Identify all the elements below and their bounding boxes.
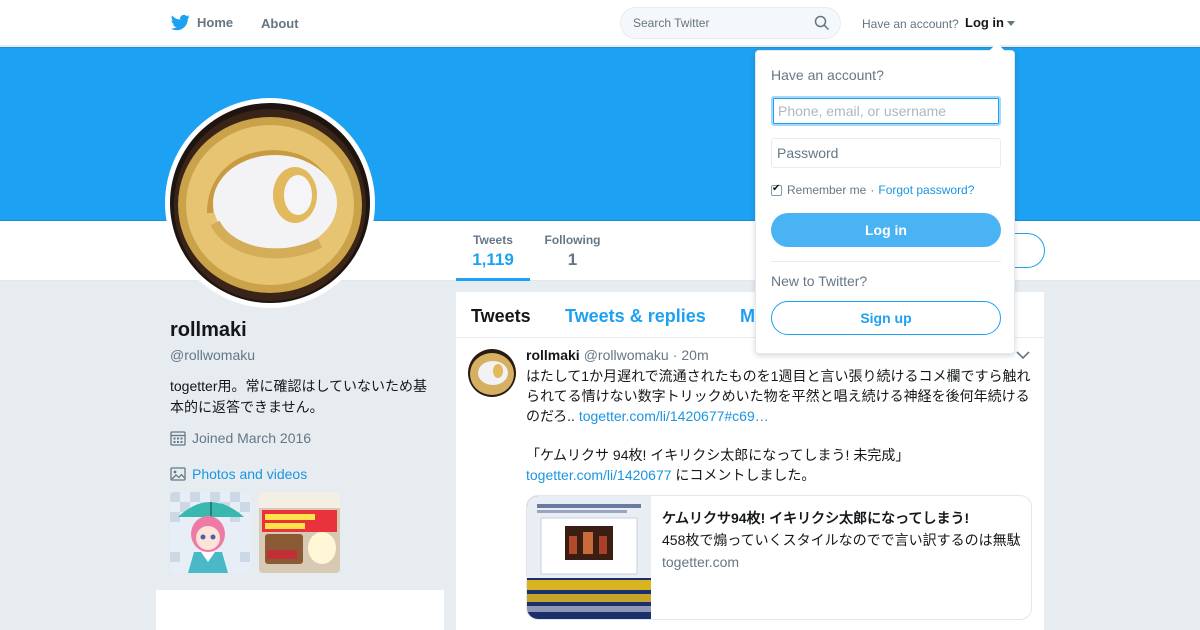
stat-tweets-count: 1,119 [472, 250, 514, 269]
tab-tweets-and-replies[interactable]: Tweets & replies [565, 306, 706, 327]
password-field[interactable] [771, 138, 1001, 168]
calendar-icon [170, 431, 186, 446]
stat-tweets-label: Tweets [473, 233, 513, 247]
tweet-avatar[interactable] [468, 349, 516, 397]
caret-down-icon [1007, 20, 1015, 26]
tweet-text: はたして1か月遅れで流通されたものを1週目と言い張り続けるコメ欄ですら触れられて… [526, 366, 1034, 426]
username-field[interactable] [771, 96, 1001, 126]
profile-avatar[interactable] [165, 98, 375, 308]
tweet-text-quote: 「ケムリクサ 94枚! イキリクシ太郎になってしまう! 未完成」 [526, 447, 910, 463]
profile-handle: @rollwomaku [170, 347, 256, 363]
nav-home-link[interactable]: Home [170, 13, 233, 32]
login-dropdown: Have an account? Remember me · Forgot pa… [755, 43, 1015, 354]
stat-following-label: Following [544, 233, 601, 247]
photos-and-videos-link[interactable]: Photos and videos [170, 466, 307, 482]
dropdown-divider [771, 261, 1001, 262]
login-toggle-label: Log in [965, 15, 1004, 30]
have-account-text: Have an account? [862, 17, 959, 31]
search-box [620, 7, 841, 39]
dropdown-title: Have an account? [771, 67, 884, 83]
image-icon [170, 467, 186, 481]
stat-tweets[interactable]: Tweets 1,119 [456, 233, 530, 281]
search-input[interactable] [633, 14, 808, 32]
tweet-link[interactable]: togetter.com/li/1420677 [526, 467, 672, 483]
media-thumbnail[interactable] [259, 492, 340, 573]
stat-following-count: 1 [567, 250, 578, 269]
dropdown-arrow [989, 43, 1005, 51]
media-thumbnail[interactable] [170, 492, 251, 573]
card-domain: togetter.com [662, 554, 740, 570]
nav-about-link[interactable]: About [261, 16, 299, 31]
stat-following[interactable]: Following 1 [540, 233, 605, 270]
profile-joined: Joined March 2016 [170, 430, 311, 446]
profile-bio: togetter用。常に確認はしていないため基本的に返答できません。 [170, 378, 428, 415]
card-thumbnail-image [527, 496, 651, 619]
tweet-text-second: 「ケムリクサ 94枚! イキリクシ太郎になってしまう! 未完成」 togetter… [526, 445, 910, 485]
new-to-twitter-text: New to Twitter? [771, 273, 868, 289]
tweet-time[interactable]: 20m [681, 347, 708, 363]
tweet-author-name[interactable]: rollmaki [526, 347, 580, 363]
nav-home-label: Home [197, 15, 234, 30]
promo-banner-image [259, 492, 340, 573]
anime-girl-image [170, 492, 251, 573]
profile-joined-text: Joined March 2016 [192, 430, 312, 446]
tweet-header: rollmaki @rollwomaku · 20m [526, 347, 709, 363]
left-widget-card [156, 590, 444, 630]
chevron-down-icon[interactable] [1016, 350, 1030, 360]
card-title: ケムリクサ94枚! イキリクシ太郎になってしまう! [662, 510, 970, 526]
tab-media[interactable]: M [740, 306, 755, 327]
signup-button[interactable]: Sign up [771, 301, 1001, 335]
tweet-separator: · [672, 347, 678, 363]
top-nav: Home About Have an account? Log in [0, 0, 1200, 46]
remember-separator: · [870, 183, 875, 197]
card-description: 458枚で煽っていくスタイルなのでで言い訳するのは無駄 [662, 532, 1021, 548]
tweet-text-suffix: にコメントしました。 [671, 467, 816, 483]
forgot-password-link[interactable]: Forgot password? [878, 183, 974, 197]
tweet-link[interactable]: togetter.com/li/1420677#c69… [579, 408, 769, 424]
login-button[interactable]: Log in [771, 213, 1001, 247]
roll-cake-image [468, 349, 516, 397]
twitter-bird-icon [170, 14, 190, 31]
link-card[interactable]: ケムリクサ94枚! イキリクシ太郎になってしまう! 458枚で煽っていくスタイル… [526, 495, 1032, 620]
remember-me-label[interactable]: Remember me [787, 183, 866, 197]
tab-tweets[interactable]: Tweets [471, 306, 531, 327]
tweet-author-handle[interactable]: @rollwomaku [584, 347, 669, 363]
photos-and-videos-label: Photos and videos [192, 466, 308, 482]
profile-name[interactable]: rollmaki [170, 319, 247, 342]
search-icon[interactable] [814, 15, 830, 31]
remember-row: Remember me · Forgot password? [771, 183, 974, 197]
login-dropdown-toggle[interactable]: Log in [965, 15, 1015, 30]
remember-me-checkbox[interactable] [771, 183, 782, 196]
roll-cake-image [170, 103, 370, 303]
